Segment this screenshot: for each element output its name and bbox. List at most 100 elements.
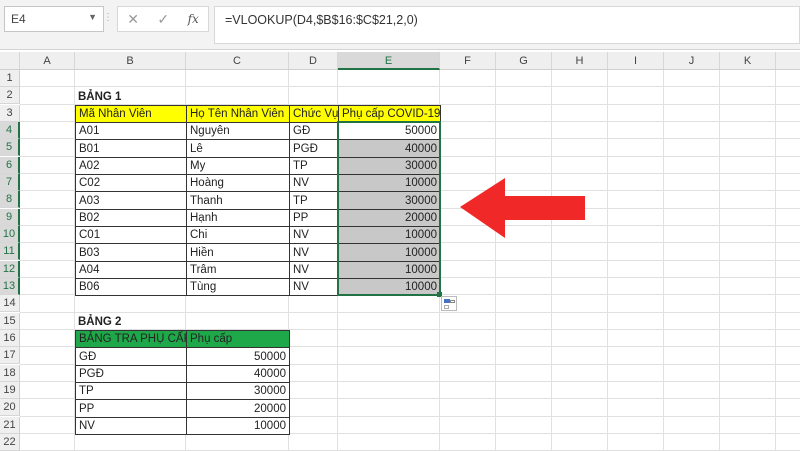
row-header-10[interactable]: 10	[0, 226, 20, 243]
allowance-cell[interactable]: 10000	[338, 261, 441, 279]
row-header-4[interactable]: 4	[0, 122, 20, 139]
row-header-7[interactable]: 7	[0, 174, 20, 191]
table-cell[interactable]: C01	[75, 226, 187, 244]
column-header-J[interactable]: J	[664, 52, 720, 70]
column-label[interactable]: Mã Nhân Viên	[75, 105, 187, 123]
table-cell[interactable]: NV	[289, 174, 339, 192]
table-cell[interactable]: Hạnh	[186, 209, 290, 227]
formula-input[interactable]: =VLOOKUP(D4,$B$16:$C$21,2,0)	[214, 6, 800, 44]
table-cell[interactable]: NV	[289, 243, 339, 262]
table-cell[interactable]: GĐ	[289, 122, 339, 140]
table-cell[interactable]: Tùng	[186, 278, 290, 296]
row-header-3[interactable]: 3	[0, 105, 20, 122]
row-header-8[interactable]: 8	[0, 191, 20, 208]
lookup-cell[interactable]: 50000	[186, 347, 290, 366]
column-header-B[interactable]: B	[75, 52, 186, 70]
table-cell[interactable]: B06	[75, 278, 187, 296]
table-cell[interactable]: Trâm	[186, 261, 290, 279]
cancel-icon[interactable]: ✕	[127, 11, 139, 28]
enter-icon[interactable]: ✓	[157, 11, 169, 28]
table-cell[interactable]: Thanh	[186, 191, 290, 210]
lookup-cell[interactable]: GĐ	[75, 347, 187, 366]
table-cell[interactable]: Hiền	[186, 243, 290, 262]
allowance-cell[interactable]: 30000	[338, 191, 441, 210]
table-cell[interactable]: A02	[75, 157, 187, 175]
table-cell[interactable]: Lê	[186, 139, 290, 158]
lookup-cell[interactable]: 30000	[186, 382, 290, 400]
table-cell[interactable]: C02	[75, 174, 187, 192]
row-header-20[interactable]: 20	[0, 399, 20, 416]
table-cell[interactable]: PP	[289, 209, 339, 227]
chevron-down-icon[interactable]: ▼	[88, 12, 97, 22]
row-header-21[interactable]: 21	[0, 417, 20, 434]
paste-options-icon[interactable]	[441, 296, 457, 311]
column-label[interactable]: Phụ cấp COVID-19	[338, 105, 441, 123]
lookup-cell[interactable]: 40000	[186, 365, 290, 383]
table-cell[interactable]: A04	[75, 261, 187, 279]
allowance-cell[interactable]: 30000	[338, 157, 441, 175]
table-cell[interactable]: NV	[289, 226, 339, 244]
column-header-G[interactable]: G	[496, 52, 552, 70]
allowance-cell[interactable]: 10000	[338, 174, 441, 192]
column-label[interactable]: BẢNG TRA PHỤ CẤP	[75, 330, 187, 348]
select-all-corner[interactable]	[0, 52, 20, 70]
allowance-cell[interactable]: 20000	[338, 209, 441, 227]
row-header-22[interactable]: 22	[0, 434, 20, 451]
row-header-18[interactable]: 18	[0, 365, 20, 382]
row-header-2[interactable]: 2	[0, 87, 20, 104]
lookup-cell[interactable]: NV	[75, 417, 187, 435]
column-header-E[interactable]: E	[338, 52, 440, 70]
column-header-H[interactable]: H	[552, 52, 608, 70]
row-header-19[interactable]: 19	[0, 382, 20, 399]
table-cell[interactable]: A03	[75, 191, 187, 210]
allowance-cell[interactable]: 40000	[338, 139, 441, 158]
allowance-cell[interactable]: 10000	[338, 226, 441, 244]
row-header-16[interactable]: 16	[0, 330, 20, 347]
row-header-11[interactable]: 11	[0, 243, 20, 260]
row-header-5[interactable]: 5	[0, 139, 20, 156]
row-header-1[interactable]: 1	[0, 70, 20, 87]
allowance-cell[interactable]: 10000	[338, 278, 441, 296]
column-header-L[interactable]: L	[776, 52, 800, 70]
row-header-12[interactable]: 12	[0, 261, 20, 278]
lookup-cell[interactable]: 20000	[186, 399, 290, 418]
lookup-cell[interactable]: PP	[75, 399, 187, 418]
row-header-15[interactable]: 15	[0, 313, 20, 330]
column-header-K[interactable]: K	[720, 52, 776, 70]
row-header-14[interactable]: 14	[0, 295, 20, 312]
row-header-13[interactable]: 13	[0, 278, 20, 295]
column-label[interactable]: Chức Vụ	[289, 105, 339, 123]
table-cell[interactable]: Nguyên	[186, 122, 290, 140]
name-box[interactable]: E4 ▼	[4, 6, 104, 32]
column-label[interactable]: Phụ cấp	[186, 330, 290, 348]
table-cell[interactable]: Chi	[186, 226, 290, 244]
table-cell[interactable]: NV	[289, 261, 339, 279]
table-cell[interactable]: TP	[289, 157, 339, 175]
lookup-cell[interactable]: PGĐ	[75, 365, 187, 383]
table-title[interactable]: BẢNG 2	[75, 313, 187, 331]
drag-handle-icon[interactable]: ⋮	[103, 12, 113, 23]
row-header-6[interactable]: 6	[0, 157, 20, 174]
column-header-F[interactable]: F	[440, 52, 496, 70]
table-cell[interactable]: My	[186, 157, 290, 175]
table-cell[interactable]: B01	[75, 139, 187, 158]
table-cell[interactable]: Hoàng	[186, 174, 290, 192]
table-cell[interactable]: TP	[289, 191, 339, 210]
allowance-cell[interactable]: 10000	[338, 243, 441, 262]
column-header-C[interactable]: C	[186, 52, 289, 70]
lookup-cell[interactable]: 10000	[186, 417, 290, 435]
insert-function-icon[interactable]: fx	[188, 12, 199, 26]
table-cell[interactable]: B02	[75, 209, 187, 227]
column-header-I[interactable]: I	[608, 52, 664, 70]
row-header-9[interactable]: 9	[0, 209, 20, 226]
table-cell[interactable]: NV	[289, 278, 339, 296]
table-cell[interactable]: PGĐ	[289, 139, 339, 158]
table-cell[interactable]: B03	[75, 243, 187, 262]
table-cell[interactable]: A01	[75, 122, 187, 140]
column-label[interactable]: Họ Tên Nhân Viên	[186, 105, 290, 123]
row-header-17[interactable]: 17	[0, 347, 20, 364]
lookup-cell[interactable]: TP	[75, 382, 187, 400]
table-title[interactable]: BẢNG 1	[75, 87, 187, 106]
column-header-D[interactable]: D	[289, 52, 338, 70]
column-header-A[interactable]: A	[20, 52, 75, 70]
